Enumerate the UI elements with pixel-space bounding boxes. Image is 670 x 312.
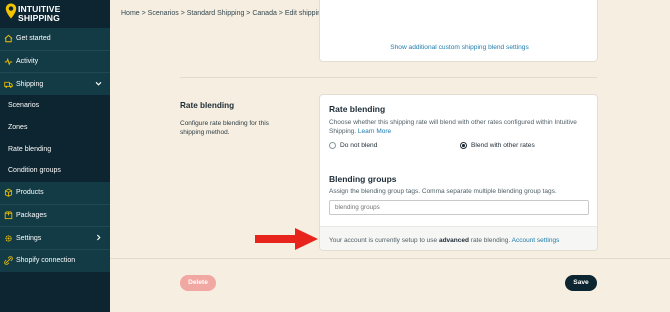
do-not-blend-label[interactable]: Do not blend bbox=[340, 142, 377, 149]
rate-blending-description: Choose whether this shipping rate will b… bbox=[329, 118, 591, 136]
blend-with-other-rates-radio[interactable] bbox=[460, 142, 467, 149]
sidebar-item-label: Rate blending bbox=[8, 145, 52, 153]
account-settings-link[interactable]: Account settings bbox=[512, 237, 560, 244]
sidebar-item-label: Get started bbox=[16, 35, 51, 43]
delete-button[interactable]: Delete bbox=[180, 275, 216, 291]
sidebar-item-shipping[interactable]: Shipping bbox=[0, 73, 110, 96]
sidebar-nav: Get started Activity Shipping Scenarios … bbox=[0, 28, 110, 272]
chevron-right-icon bbox=[96, 234, 101, 241]
activity-icon bbox=[4, 57, 13, 66]
show-additional-blend-settings-link[interactable]: Show additional custom shipping blend se… bbox=[320, 44, 599, 51]
sidebar-item-condition-groups[interactable]: Condition groups bbox=[0, 160, 110, 182]
account-note-suffix: rate blending. bbox=[470, 237, 511, 244]
rate-blending-card: Rate blending Choose whether this shippi… bbox=[319, 94, 598, 251]
blend-settings-card: Show additional custom shipping blend se… bbox=[319, 0, 598, 62]
blending-groups-title: Blending groups bbox=[329, 174, 397, 184]
blending-groups-description: Assign the blending group tags. Comma se… bbox=[329, 188, 557, 195]
sidebar-item-label: Activity bbox=[16, 58, 39, 66]
do-not-blend-radio[interactable] bbox=[329, 142, 336, 149]
account-note-strip: Your account is currently setup to use a… bbox=[320, 226, 597, 250]
sidebar-item-label: Shipping bbox=[16, 80, 44, 88]
location-pin-icon bbox=[5, 3, 17, 19]
chevron-down-icon bbox=[95, 82, 102, 86]
breadcrumb[interactable]: Home > Scenarios > Standard Shipping > C… bbox=[121, 10, 350, 17]
sidebar-item-get-started[interactable]: Get started bbox=[0, 28, 110, 50]
sidebar-item-label: Condition groups bbox=[8, 167, 61, 175]
sidebar-item-label: Zones bbox=[8, 124, 28, 132]
connection-icon bbox=[4, 256, 13, 265]
section-divider bbox=[180, 77, 597, 78]
account-note-prefix: Your account is currently setup to use bbox=[329, 237, 438, 244]
section-title: Rate blending bbox=[180, 101, 235, 110]
account-note-mode: advanced bbox=[438, 237, 469, 244]
sidebar-item-label: Settings bbox=[16, 234, 42, 242]
section-description: Configure rate blending for this shippin… bbox=[180, 120, 269, 136]
gear-icon bbox=[5, 234, 12, 242]
package-icon bbox=[4, 211, 13, 219]
sidebar-item-zones[interactable]: Zones bbox=[0, 116, 110, 139]
sidebar-item-shopify-connection[interactable]: Shopify connection bbox=[0, 249, 110, 272]
annotation-arrow-icon bbox=[255, 228, 318, 250]
save-button[interactable]: Save bbox=[565, 275, 597, 291]
sidebar-item-settings[interactable]: Settings bbox=[0, 227, 110, 249]
sidebar-item-label: Products bbox=[16, 189, 44, 197]
sidebar-item-label: Shopify connection bbox=[16, 257, 76, 265]
blend-with-other-rates-label[interactable]: Blend with other rates bbox=[471, 142, 535, 149]
brand-logo[interactable]: INTUITIVE SHIPPING bbox=[0, 0, 110, 28]
sidebar-item-label: Packages bbox=[16, 211, 47, 219]
sidebar-item-scenarios[interactable]: Scenarios bbox=[0, 95, 110, 117]
sidebar-item-packages[interactable]: Packages bbox=[0, 204, 110, 227]
truck-icon bbox=[4, 81, 13, 88]
sidebar-item-activity[interactable]: Activity bbox=[0, 50, 110, 73]
sidebar-item-products[interactable]: Products bbox=[0, 181, 110, 204]
sidebar: INTUITIVE SHIPPING Get started Activity … bbox=[0, 0, 110, 312]
products-icon bbox=[4, 188, 13, 197]
home-icon bbox=[4, 35, 13, 43]
sidebar-item-label: Scenarios bbox=[8, 102, 40, 110]
brand-name-line2: SHIPPING bbox=[18, 13, 60, 23]
footer-divider bbox=[110, 258, 670, 259]
rate-blending-title: Rate blending bbox=[329, 104, 386, 114]
learn-more-link[interactable]: Learn More bbox=[358, 128, 391, 135]
sidebar-item-rate-blending[interactable]: Rate blending bbox=[0, 138, 110, 161]
account-note: Your account is currently setup to use a… bbox=[329, 237, 559, 244]
blending-groups-input[interactable] bbox=[329, 200, 589, 215]
